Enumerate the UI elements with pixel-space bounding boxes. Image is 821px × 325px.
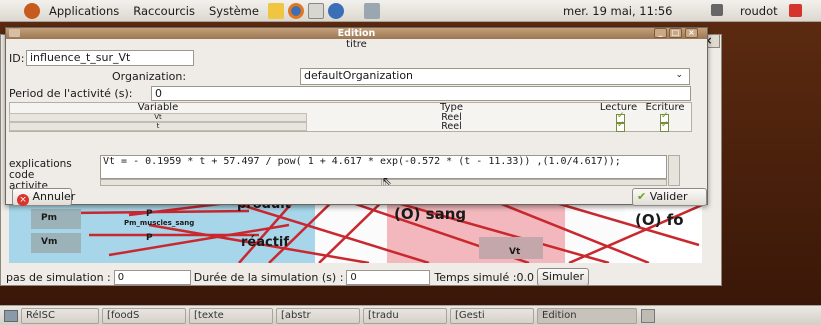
type-cell: Reel: [441, 121, 462, 132]
shutdown-icon[interactable]: [789, 4, 802, 17]
time-label: Temps simulé :0.0: [434, 270, 534, 284]
close-icon[interactable]: ×: [685, 28, 698, 38]
task-foods[interactable]: [foodS: [102, 307, 186, 324]
validate-button[interactable]: ✔ Valider: [632, 188, 707, 206]
simulate-button[interactable]: Simuler: [536, 268, 590, 286]
node-muscles-sang[interactable]: Pm_muscles_sang: [124, 219, 194, 227]
cancel-button[interactable]: × Annuler: [12, 188, 75, 206]
menu-applications[interactable]: Applications: [42, 4, 126, 18]
compartment-fo-label: (O) fo: [635, 211, 684, 229]
menu-systeme[interactable]: Système: [202, 4, 266, 18]
dialog-title: Edition: [337, 28, 376, 39]
mouse-cursor-icon: ⇖: [382, 174, 393, 188]
period-input[interactable]: 0: [151, 86, 691, 101]
id-input[interactable]: influence_t_sur_Vt: [26, 50, 194, 66]
simulation-bar: pas de simulation : 0 Durée de la simula…: [6, 268, 708, 286]
taskbar: RéISC [foodS [texte [abstr [tradu [Gesti…: [0, 305, 821, 325]
variable-cell[interactable]: Vt: [9, 113, 307, 122]
task-reisc[interactable]: RéISC: [21, 307, 99, 324]
star-icon[interactable]: [267, 2, 284, 19]
chevron-down-icon: ⌄: [675, 70, 683, 80]
step-label: pas de simulation :: [6, 270, 111, 284]
compartment-sang-label: (O) sang: [394, 205, 467, 223]
variable-cell[interactable]: t: [9, 122, 307, 131]
task-abstr[interactable]: [abstr: [276, 307, 360, 324]
node-pm[interactable]: Pm: [41, 213, 57, 223]
task-gesti[interactable]: [Gesti: [450, 307, 534, 324]
cancel-icon: ×: [17, 194, 29, 206]
diagram-canvas: Pm Vm P P Pm_muscles_sang produit réacti…: [9, 195, 702, 263]
node-p-top[interactable]: P: [146, 209, 153, 219]
diagram-links: [68, 195, 702, 263]
node-p-bottom[interactable]: P: [146, 233, 153, 243]
edition-dialog: Edition _ □ × titre ID: influence_t_sur_…: [5, 27, 708, 206]
gnome-foot-icon[interactable]: [24, 2, 40, 19]
organization-label: Organization:: [112, 70, 187, 83]
mail-icon[interactable]: [307, 2, 324, 19]
screen-icon[interactable]: [363, 2, 380, 19]
period-label: Period de l'activité (s):: [9, 87, 133, 100]
header-variable: Variable: [137, 102, 179, 113]
ecriture-checkbox[interactable]: [660, 120, 669, 132]
node-vt[interactable]: Vt: [509, 247, 520, 257]
top-panel: Applications Raccourcis Système mer. 19 …: [0, 0, 821, 22]
menu-raccourcis[interactable]: Raccourcis: [126, 4, 202, 18]
firefox-icon[interactable]: [287, 2, 304, 19]
window-menu-icon[interactable]: [9, 29, 20, 37]
network-icon[interactable]: [711, 4, 723, 16]
label-reactif: réactif: [241, 235, 290, 250]
lecture-checkbox[interactable]: [616, 120, 625, 132]
step-input[interactable]: 0: [113, 269, 191, 285]
id-label: ID:: [9, 52, 25, 65]
dialog-subtitle: titre: [346, 39, 367, 50]
dialog-titlebar[interactable]: Edition _ □ ×: [6, 28, 707, 39]
check-icon: ✔: [637, 190, 647, 203]
task-texte[interactable]: [texte: [189, 307, 273, 324]
duration-input[interactable]: 0: [346, 269, 431, 285]
show-desktop-icon[interactable]: [4, 309, 18, 322]
task-tradu[interactable]: [tradu: [363, 307, 447, 324]
minimize-icon[interactable]: _: [654, 28, 667, 38]
clock[interactable]: mer. 19 mai, 11:56: [563, 4, 672, 18]
node-vm[interactable]: Vm: [41, 237, 57, 247]
duration-label: Durée de la simulation (s) :: [193, 270, 344, 284]
user-name[interactable]: roudot: [740, 4, 778, 18]
help-icon[interactable]: [327, 2, 344, 19]
code-vscrollbar[interactable]: [668, 155, 680, 186]
organization-select[interactable]: defaultOrganization ⌄: [300, 68, 690, 85]
organization-value: defaultOrganization: [304, 69, 414, 82]
task-edition[interactable]: Edition: [537, 307, 637, 324]
maximize-icon[interactable]: □: [669, 28, 682, 38]
trash-icon[interactable]: [641, 308, 655, 323]
